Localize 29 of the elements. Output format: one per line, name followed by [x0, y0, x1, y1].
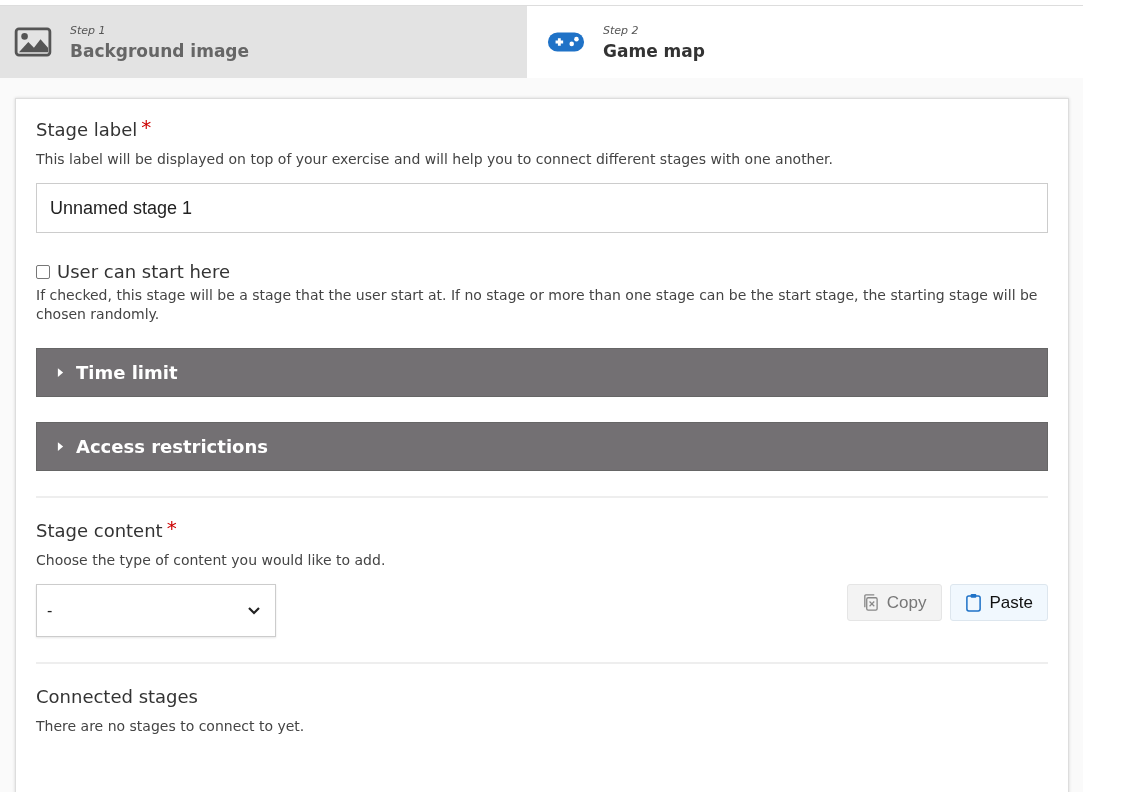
step-number: Step 2: [603, 23, 640, 37]
field-description: Choose the type of content you would like to add.: [36, 551, 387, 570]
field-description: If checked, this stage will be a stage that the user start at. If no stage or more than one stage can be the start stage, the starting stage will be chosen randomly.: [36, 286, 1039, 324]
field-label: Stage label: [36, 119, 138, 140]
collapsible-section-header[interactable]: Time limit: [36, 348, 1048, 397]
required-mark: *: [166, 518, 177, 538]
paste-button[interactable]: Paste: [949, 584, 1048, 621]
stage-label-input[interactable]: Unnamed stage 1: [36, 183, 1048, 233]
step-label: Game map: [603, 40, 705, 61]
field-description: There are no stages to connect to yet.: [36, 717, 306, 736]
field-label: Connected stages: [36, 686, 198, 707]
checkbox[interactable]: [36, 264, 50, 279]
step-label: Background image: [70, 40, 250, 61]
field-label: Stage content: [36, 520, 163, 541]
checkbox-label: User can start here: [57, 261, 230, 282]
copy-icon: [861, 593, 879, 612]
caret-icon: [57, 367, 64, 378]
caret-icon: [57, 441, 64, 452]
field-description: This label will be displayed on top of your exercise and will help you to connect different stages with one another.: [36, 150, 835, 169]
clipboard-icon: [964, 593, 982, 612]
chevron-icon: [247, 606, 261, 615]
step-tab[interactable]: Step 1 Background image: [0, 6, 527, 78]
collapsible-section-header[interactable]: Access restrictions: [36, 422, 1048, 471]
step-number: Step 1: [70, 23, 107, 37]
image-icon: [14, 27, 52, 57]
content-type-dropdown[interactable]: -: [36, 584, 276, 637]
gamepad-icon: [547, 30, 585, 54]
required-mark: *: [141, 117, 152, 137]
step-tab[interactable]: Step 2 Game map: [527, 6, 1083, 78]
